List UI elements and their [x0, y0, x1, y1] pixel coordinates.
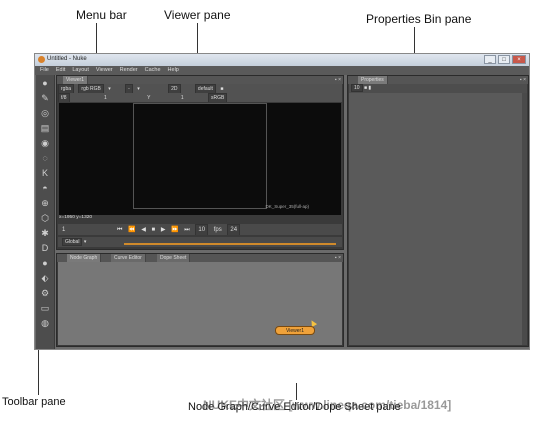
fstop-select[interactable]: f/8	[58, 93, 70, 102]
views-tool-icon[interactable]: ●	[38, 256, 52, 270]
keyer-tool-icon[interactable]: K	[38, 166, 52, 180]
image-tool-icon[interactable]: ●	[38, 76, 52, 90]
menu-layout[interactable]: Layout	[72, 66, 89, 75]
last-frame-icon[interactable]: ⏭	[184, 225, 189, 235]
toolbar-pane: ● ✎ ◎ ▤ ◉ ◌ K ◓ ⊕ ⬡ ✱ D ● ⬖ ⚙ ▭ ◍	[36, 75, 55, 349]
node-graph-pane: Node Graph Curve Editor Dope Sheet ▪ × V…	[56, 253, 344, 347]
deep-tool-icon[interactable]: D	[38, 241, 52, 255]
tab-dope-sheet[interactable]: Dope Sheet	[157, 254, 191, 262]
viewer-canvas[interactable]: DK_Super_35(full-ap)	[59, 103, 341, 215]
viewer-node[interactable]: Viewer1	[275, 326, 315, 335]
menu-edit[interactable]: Edit	[56, 66, 65, 75]
checker-icon[interactable]: ■	[220, 85, 223, 93]
menu-file[interactable]: File	[40, 66, 49, 75]
format-label: DK_Super_35(full-ap)	[265, 204, 309, 209]
window-title: Untitled - Nuke	[47, 56, 87, 62]
nuke-logo-icon	[38, 56, 45, 63]
filter-tool-icon[interactable]: ◌	[38, 151, 52, 165]
leader-node-graph	[296, 383, 297, 400]
fps-field[interactable]: 24	[227, 224, 241, 235]
menu-render[interactable]: Render	[120, 66, 138, 75]
play-forward-icon[interactable]: ▶	[161, 225, 166, 235]
global-dropdown-icon[interactable]: ▾	[84, 239, 87, 245]
leader-toolbar	[38, 345, 39, 395]
maximize-button[interactable]: □	[498, 55, 510, 64]
gamma-label: Y	[147, 95, 151, 101]
nuke-window: Untitled - Nuke _ □ × File Edit Layout V…	[34, 53, 530, 350]
particles-tool-icon[interactable]: ✱	[38, 226, 52, 240]
timeline-slider[interactable]	[124, 243, 336, 245]
window-controls: _ □ ×	[484, 55, 526, 64]
fast-forward-icon[interactable]: ⏩	[171, 225, 178, 235]
merge-tool-icon[interactable]: ◓	[38, 181, 52, 195]
metadata-tool-icon[interactable]: ⬖	[38, 271, 52, 285]
properties-content: 10 ■ ▮	[349, 84, 527, 345]
properties-scrollbar[interactable]	[522, 93, 527, 345]
transport-controls: 1 ⏮ ⏪ ◀ ■ ▶ ⏩ ⏭ 10 fps 24	[58, 224, 342, 235]
channel-tool-icon[interactable]: ▤	[38, 121, 52, 135]
gamma-value[interactable]: 1	[181, 94, 184, 102]
max-panels-field[interactable]: 10	[351, 84, 363, 92]
menu-help[interactable]: Help	[168, 66, 179, 75]
global-range-select[interactable]: Global	[62, 238, 83, 246]
properties-toolbar: 10 ■ ▮	[349, 84, 527, 93]
viewer-controls-row2: f/8 1 Y 1 sRGB	[58, 93, 342, 102]
channel-select[interactable]: rgba	[58, 84, 75, 93]
time-tool-icon[interactable]: ◎	[38, 106, 52, 120]
menu-viewer[interactable]: Viewer	[96, 66, 113, 75]
transform-tool-icon[interactable]: ⊕	[38, 196, 52, 210]
node-graph-pane-controls[interactable]: ▪ ×	[335, 254, 341, 262]
play-back-icon[interactable]: ◀	[141, 225, 146, 235]
minimize-button[interactable]: _	[484, 55, 496, 64]
frame-field[interactable]: 1	[62, 225, 65, 235]
color-tool-icon[interactable]: ◉	[38, 136, 52, 150]
tab-node-graph[interactable]: Node Graph	[67, 254, 102, 262]
menu-cache[interactable]: Cache	[145, 66, 161, 75]
other-tool-icon[interactable]: ▭	[38, 301, 52, 315]
properties-bin-pane: Properties ▪ × 10 ■ ▮	[347, 75, 529, 347]
rewind-icon[interactable]: ⏪	[128, 225, 135, 235]
draw-tool-icon[interactable]: ✎	[38, 91, 52, 105]
tab-viewer1[interactable]: Viewer1	[63, 76, 88, 84]
label-menu-bar: Menu bar	[76, 8, 127, 22]
lock-icon[interactable]: ■ ▮	[364, 85, 371, 91]
tab-curve-editor[interactable]: Curve Editor	[111, 254, 146, 262]
watermark: NUKE中文社区 [www.lineqa.com/tieba/1814]	[203, 398, 452, 412]
plugins-tool-icon[interactable]: ◍	[38, 316, 52, 330]
viewer-controls-row1: rgba rgb RGB ▾ - ▾ 2D default ■	[58, 84, 342, 93]
viewer-coordinates: x=1950 y=1320	[59, 215, 93, 220]
title-bar[interactable]: Untitled - Nuke _ □ ×	[35, 54, 529, 66]
timeline[interactable]: Global ▾	[58, 237, 342, 247]
format-box	[133, 103, 267, 209]
node-graph-tabstrip: Node Graph Curve Editor Dope Sheet ▪ ×	[57, 254, 343, 262]
node-graph-canvas[interactable]: Viewer1	[58, 262, 342, 345]
viewer-pane-controls[interactable]: ▪ ×	[335, 76, 341, 84]
menu-bar: File Edit Layout Viewer Render Cache Hel…	[35, 66, 529, 75]
label-toolbar-pane: Toolbar pane	[2, 396, 66, 408]
gain-value[interactable]: 1	[104, 94, 107, 102]
first-frame-icon[interactable]: ⏮	[117, 225, 122, 235]
stop-icon[interactable]: ■	[152, 225, 156, 235]
increment-field[interactable]: 10	[195, 224, 209, 235]
viewer-pane: Viewer1 ▪ × rgba rgb RGB ▾ - ▾ 2D defaul…	[56, 75, 344, 250]
color-select[interactable]: rgb RGB	[78, 84, 104, 93]
fps-label: fps	[213, 227, 222, 233]
properties-pane-controls[interactable]: ▪ ×	[520, 76, 526, 84]
input-a-select[interactable]: -	[125, 84, 133, 93]
lut-select[interactable]: default	[194, 84, 216, 93]
close-button[interactable]: ×	[512, 55, 526, 64]
3d-tool-icon[interactable]: ⬡	[38, 211, 52, 225]
properties-tabstrip: Properties ▪ ×	[348, 76, 528, 84]
dropdown-icon[interactable]: ▾	[108, 85, 111, 93]
mode-select[interactable]: 2D	[168, 84, 181, 93]
colorspace-select[interactable]: sRGB	[208, 93, 228, 102]
dropdown-b-icon[interactable]: ▾	[137, 85, 140, 93]
tab-properties[interactable]: Properties	[358, 76, 388, 84]
label-properties-bin-pane: Properties Bin pane	[366, 12, 472, 26]
toolsets-tool-icon[interactable]: ⚙	[38, 286, 52, 300]
viewer-tabstrip: Viewer1 ▪ ×	[57, 76, 343, 84]
label-viewer-pane: Viewer pane	[164, 8, 231, 22]
